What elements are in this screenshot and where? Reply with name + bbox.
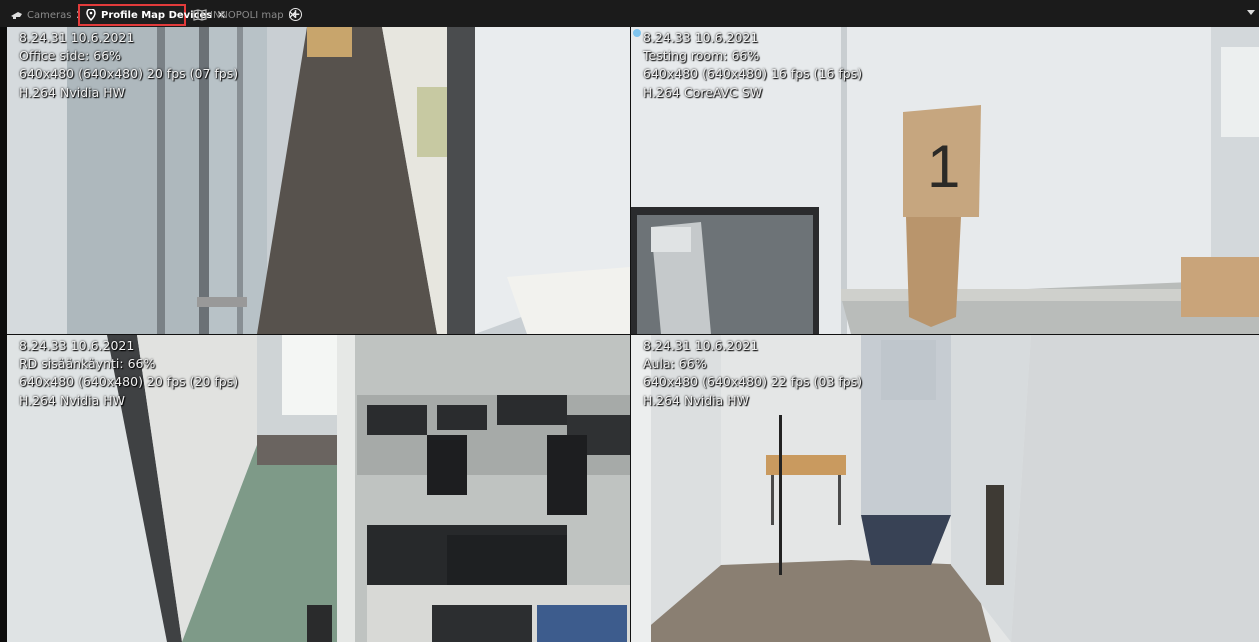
tab-profile-map-devices[interactable]: Profile Map Devices ✕ — [78, 4, 226, 26]
sign-number-label: 1 — [927, 133, 960, 200]
tab-label: INNOPOLI map — [210, 9, 284, 21]
camera-codec: H.264 Nvidia HW — [643, 392, 750, 408]
camera-codec: H.264 CoreAVC SW — [643, 84, 763, 100]
tab-bar: Cameras ✕ Profile Map Devices ✕ INNOPOLI… — [0, 0, 1259, 28]
camera-icon — [10, 9, 24, 21]
tab-cameras[interactable]: Cameras ✕ — [10, 5, 86, 25]
camera-name: Office side: 66% — [19, 48, 122, 64]
camera-name: Aula: 66% — [643, 356, 707, 372]
camera-osd: 8.24.33 10.6.2021 RD sisäänkäynti: 66% 6… — [19, 337, 238, 410]
camera-osd: 8.24.33 10.6.2021 Testing room: 66% 640x… — [643, 29, 862, 102]
add-tab-button[interactable]: + — [289, 8, 302, 21]
tab-innopoli-map[interactable]: INNOPOLI map ✕ — [193, 5, 298, 25]
camera-osd: 8.24.31 10.6.2021 Office side: 66% 640x4… — [19, 29, 238, 102]
recording-indicator — [633, 29, 641, 37]
camera-timestamp: 8.24.31 10.6.2021 — [19, 30, 135, 45]
camera-codec: H.264 Nvidia HW — [19, 392, 126, 408]
camera-grid: 8.24.31 10.6.2021 Office side: 66% 640x4… — [7, 27, 1259, 642]
tab-label: Cameras — [27, 9, 72, 21]
map-pin-icon — [84, 8, 98, 22]
camera-view-aula[interactable]: 8.24.31 10.6.2021 Aula: 66% 640x480 (640… — [631, 335, 1259, 642]
camera-view-testing-room[interactable]: 1 8.24.33 10.6.2021 Testing room: 66% 64… — [631, 27, 1259, 334]
camera-resolution: 640x480 (640x480) 20 fps (20 fps) — [19, 374, 239, 390]
camera-codec: H.264 Nvidia HW — [19, 84, 126, 100]
camera-timestamp: 8.24.31 10.6.2021 — [643, 338, 759, 353]
camera-resolution: 640x480 (640x480) 16 fps (16 fps) — [643, 66, 863, 82]
left-edge — [0, 27, 7, 642]
camera-name: Testing room: 66% — [643, 48, 760, 64]
camera-view-rd-entrance[interactable]: 8.24.33 10.6.2021 RD sisäänkäynti: 66% 6… — [7, 335, 630, 642]
map-icon — [193, 9, 207, 21]
camera-resolution: 640x480 (640x480) 20 fps (07 fps) — [19, 66, 239, 82]
camera-timestamp: 8.24.33 10.6.2021 — [19, 338, 135, 353]
chevron-down-icon[interactable] — [1247, 10, 1255, 15]
camera-view-office-side[interactable]: 8.24.31 10.6.2021 Office side: 66% 640x4… — [7, 27, 630, 334]
camera-osd: 8.24.31 10.6.2021 Aula: 66% 640x480 (640… — [643, 337, 862, 410]
camera-timestamp: 8.24.33 10.6.2021 — [643, 30, 759, 45]
camera-name: RD sisäänkäynti: 66% — [19, 356, 156, 372]
camera-resolution: 640x480 (640x480) 22 fps (03 fps) — [643, 374, 863, 390]
